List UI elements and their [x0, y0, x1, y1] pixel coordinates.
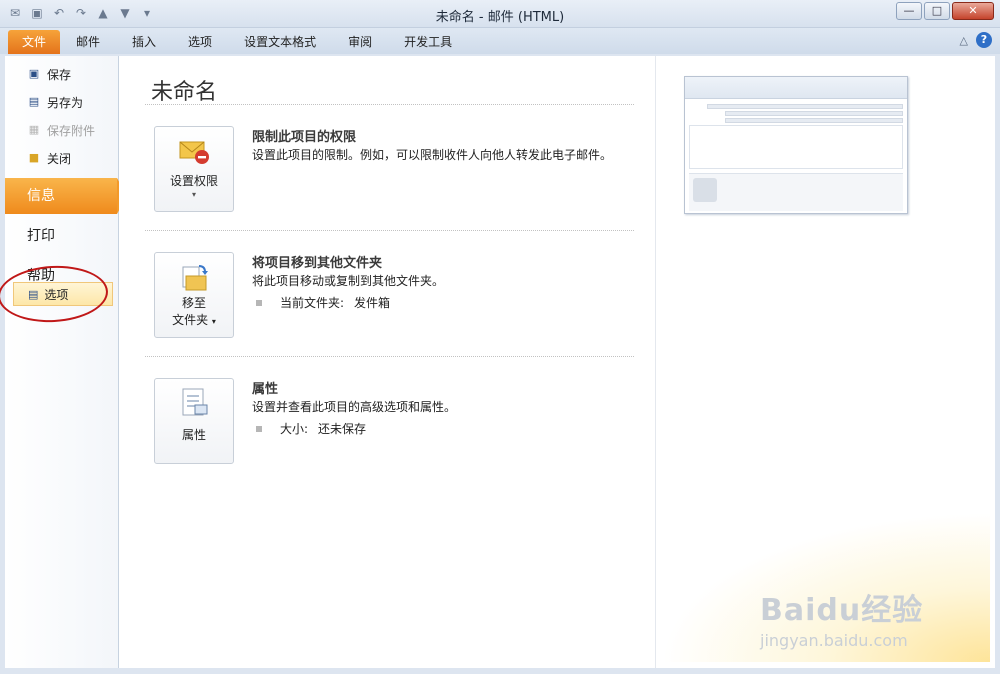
nav-save-as[interactable]: ▤ 另存为 [5, 88, 118, 116]
preview-ribbon [685, 77, 907, 99]
save-as-icon: ▤ [28, 95, 40, 108]
nav-save-as-label: 另存为 [47, 95, 84, 110]
section-permissions: 设置权限 ▾ 限制此项目的权限 设置此项目的限制。例如，可以限制收件人向他人转发… [154, 126, 624, 222]
section-heading: 限制此项目的权限 [252, 130, 357, 145]
watermark-url: jingyan.baidu.com [760, 631, 908, 650]
folder-label-text: 文件夹 [172, 313, 209, 327]
section-move: 移至 文件夹 ▾ 将项目移到其他文件夹 将此项目移动或复制到其他文件夹。 当前文… [154, 252, 624, 348]
properties-icon [177, 387, 211, 417]
tab-format-text[interactable]: 设置文本格式 [228, 30, 332, 54]
tab-review[interactable]: 审阅 [332, 30, 388, 54]
save-icon: ▣ [28, 67, 40, 80]
current-folder-value: 发件箱 [354, 296, 391, 310]
save-attachments-icon: ▦ [28, 123, 40, 136]
close-button[interactable]: ✕ [952, 2, 994, 20]
section-heading: 将项目移到其他文件夹 [252, 256, 383, 271]
current-folder-row: 当前文件夹: 发件箱 [256, 294, 390, 311]
tab-options[interactable]: 选项 [172, 30, 228, 54]
message-preview-thumbnail [684, 76, 908, 214]
maximize-button[interactable]: □ [924, 2, 950, 20]
divider [145, 356, 634, 357]
move-to-label: 移至 [181, 296, 206, 310]
folder-label: 文件夹 ▾ [155, 312, 233, 330]
info-panel: 未命名 设置权限 ▾ 限制此项目的权限 设置此项目的限制。例如，可以限制收件人向… [119, 56, 995, 668]
page-title: 未命名 [151, 80, 218, 105]
envelope-restrict-icon [177, 137, 211, 167]
backstage-nav: ▣ 保存 ▤ 另存为 ▦ 保存附件 ■ 关闭 信息 打印 帮助 ▤ 选项 [0, 56, 127, 668]
section-description: 设置并查看此项目的高级选项和属性。 [252, 400, 457, 414]
nav-save[interactable]: ▣ 保存 [5, 60, 118, 88]
nav-print[interactable]: 打印 [5, 218, 118, 254]
divider [145, 230, 634, 231]
section-description: 将此项目移动或复制到其他文件夹。 [252, 274, 445, 288]
current-folder-label: 当前文件夹: [280, 296, 345, 310]
tab-file[interactable]: 文件 [8, 30, 61, 54]
avatar [693, 178, 717, 202]
section-description: 设置此项目的限制。例如，可以限制收件人向他人转发此电子邮件。 [252, 148, 613, 162]
title-bar: ✉ ▣ ↶ ↷ ▲ ▼ ▾ 未命名 - 邮件 (HTML) — □ ✕ [0, 0, 1000, 28]
help-icon[interactable]: ? [976, 32, 992, 48]
minimize-ribbon-icon[interactable]: △ [960, 34, 968, 47]
ribbon-tabs: 文件 邮件 插入 选项 设置文本格式 审阅 开发工具 △ ? [0, 28, 1000, 54]
watermark-logo: Baidu经验 [760, 593, 924, 628]
folder-close-icon: ■ [28, 151, 40, 164]
preview-people-pane [689, 173, 903, 211]
window-controls: — □ ✕ [896, 2, 994, 20]
chevron-down-icon: ▾ [211, 317, 216, 326]
properties-button[interactable]: 属性 [154, 378, 234, 464]
divider [145, 104, 634, 105]
nav-save-attachments-label: 保存附件 [47, 123, 96, 138]
size-row: 大小: 还未保存 [256, 420, 366, 437]
preview-field [707, 104, 903, 109]
preview-field [725, 111, 903, 116]
move-to-folder-button[interactable]: 移至 文件夹 ▾ [154, 252, 234, 338]
tab-developer[interactable]: 开发工具 [388, 30, 468, 54]
size-label: 大小: [280, 422, 309, 436]
nav-close[interactable]: ■ 关闭 [5, 144, 118, 172]
watermark: Baidu经验 jingyan.baidu.com [760, 585, 980, 655]
preview-field [725, 118, 903, 123]
bullet-icon [256, 299, 262, 306]
set-permissions-label: 设置权限 [169, 174, 218, 188]
nav-info[interactable]: 信息 [5, 178, 127, 214]
properties-label: 属性 [181, 428, 206, 442]
ribbon-help-area: △ ? [960, 32, 992, 48]
nav-close-label: 关闭 [47, 151, 72, 166]
move-folder-icon [177, 263, 211, 293]
size-value: 还未保存 [318, 422, 367, 436]
chevron-down-icon: ▾ [191, 190, 196, 199]
window-title: 未命名 - 邮件 (HTML) [435, 10, 565, 25]
nav-save-label: 保存 [47, 67, 72, 82]
minimize-button[interactable]: — [896, 2, 922, 20]
bullet-icon [256, 425, 262, 432]
panel-divider [655, 56, 656, 668]
tab-insert[interactable]: 插入 [116, 30, 172, 54]
section-heading: 属性 [252, 382, 279, 397]
nav-save-attachments[interactable]: ▦ 保存附件 [5, 116, 118, 144]
section-properties: 属性 属性 设置并查看此项目的高级选项和属性。 大小: 还未保存 [154, 378, 624, 474]
set-permissions-button[interactable]: 设置权限 ▾ [154, 126, 234, 212]
tab-mail[interactable]: 邮件 [60, 30, 116, 54]
preview-body [689, 125, 903, 169]
